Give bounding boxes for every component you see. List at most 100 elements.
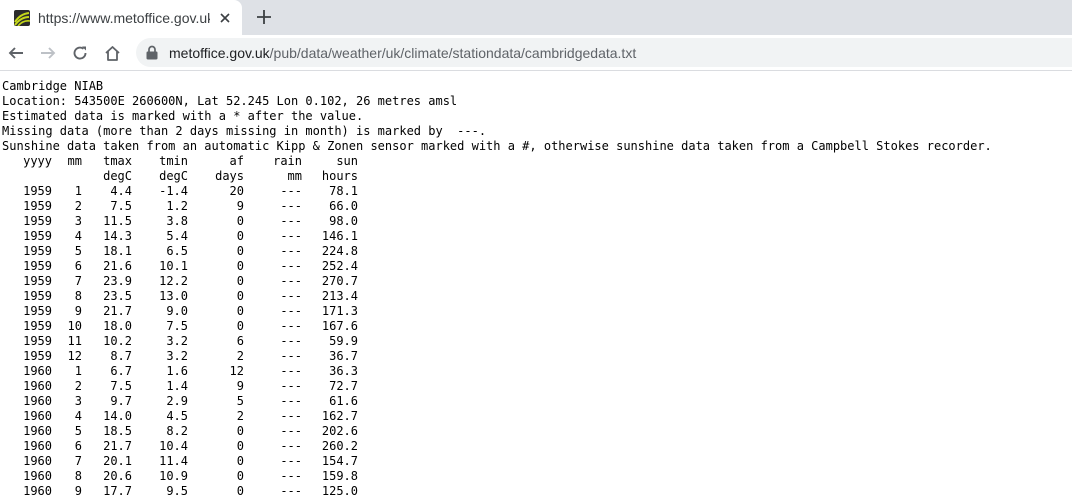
reload-icon[interactable] [68,41,92,65]
cell-month: 10 [67,319,82,333]
cell-af: 2 [236,349,244,363]
cell-sun: 162.7 [321,409,358,423]
cell-year: 1960 [23,454,52,468]
cell-month: 2 [74,199,82,213]
cell-year: 1960 [23,409,52,423]
column-header: yyyy mm tmax tmin af rain sun [2,154,358,169]
cell-sun: 78.1 [329,184,358,198]
cell-sun: 202.6 [321,424,358,438]
cell-rain: --- [280,484,302,498]
arrow-left-icon[interactable] [4,41,28,65]
cell-tmax: 9.7 [110,394,132,408]
table-row: 1959 5 18.1 6.5 0 --- 224.8 [2,244,358,259]
cell-month: 9 [74,304,82,318]
cell-af: 0 [236,424,244,438]
cell-rain: --- [280,304,302,318]
cell-tmin: 13.0 [159,289,188,303]
cell-rain: --- [280,229,302,243]
plus-icon[interactable] [254,7,274,27]
unit-header-af: days [215,169,244,183]
cell-af: 0 [236,484,244,498]
table-row: 1960 3 9.7 2.9 5 --- 61.6 [2,394,358,409]
cell-sun: 154.7 [321,454,358,468]
cell-year: 1960 [23,439,52,453]
cell-rain: --- [280,289,302,303]
home-icon[interactable] [100,41,124,65]
cell-year: 1960 [23,424,52,438]
missing-note: Missing data (more than 2 days missing i… [2,124,487,138]
station-location: Location: 543500E 260600N, Lat 52.245 Lo… [2,94,458,108]
cell-af: 0 [236,439,244,453]
table-row: 1960 9 17.7 9.5 0 --- 125.0 [2,484,358,499]
cell-tmax: 10.2 [103,334,132,348]
tab-active[interactable]: https://www.metoffice.gov.uk/pub/data/we… [0,0,242,35]
column-header-tmax: tmax [103,154,132,168]
cell-tmin: 5.4 [166,229,188,243]
unit-header-tmax: degC [103,169,132,183]
cell-tmax: 17.7 [103,484,132,498]
cell-af: 5 [236,394,244,408]
close-icon[interactable] [216,9,234,27]
cell-tmax: 21.7 [103,304,132,318]
cell-tmin: 10.1 [159,259,188,273]
cell-tmax: 18.0 [103,319,132,333]
unit-header-sun: hours [321,169,358,183]
cell-tmax: 6.7 [110,364,132,378]
url-host: metoffice.gov.uk [169,45,270,61]
cell-rain: --- [280,394,302,408]
url-path: /pub/data/weather/uk/climate/stationdata… [269,45,637,61]
cell-sun: 125.0 [321,484,358,498]
address-bar[interactable]: metoffice.gov.uk/pub/data/weather/uk/cli… [136,38,1072,67]
cell-tmin: 10.9 [159,469,188,483]
cell-rain: --- [280,349,302,363]
table-row: 1960 4 14.0 4.5 2 --- 162.7 [2,409,358,424]
table-row: 1959 8 23.5 13.0 0 --- 213.4 [2,289,358,304]
cell-tmax: 21.6 [103,259,132,273]
cell-tmax: 20.1 [103,454,132,468]
cell-af: 0 [236,319,244,333]
cell-tmin: 8.2 [166,424,188,438]
cell-sun: 159.8 [321,469,358,483]
cell-tmax: 18.1 [103,244,132,258]
cell-rain: --- [280,469,302,483]
table-row: 1960 5 18.5 8.2 0 --- 202.6 [2,424,358,439]
cell-tmin: 2.9 [166,394,188,408]
cell-rain: --- [280,319,302,333]
cell-af: 0 [236,304,244,318]
unit-header-year [2,169,52,184]
cell-rain: --- [280,364,302,378]
arrow-right-icon[interactable] [36,41,60,65]
cell-sun: 252.4 [321,259,358,273]
table-row: 1959 3 11.5 3.8 0 --- 98.0 [2,214,358,229]
cell-year: 1959 [23,199,52,213]
table-row: 1960 8 20.6 10.9 0 --- 159.8 [2,469,358,484]
cell-month: 6 [74,259,82,273]
cell-tmax: 7.5 [110,379,132,393]
cell-month: 5 [74,244,82,258]
url-text[interactable]: metoffice.gov.uk/pub/data/weather/uk/cli… [169,43,636,63]
cell-tmax: 4.4 [110,184,132,198]
lock-icon[interactable] [146,45,160,60]
cell-tmax: 23.5 [103,289,132,303]
cell-tmin: 9.0 [166,304,188,318]
column-header-month: mm [67,154,82,168]
cell-af: 0 [236,229,244,243]
column-header-year: yyyy [23,154,52,168]
cell-rain: --- [280,454,302,468]
cell-sun: 61.6 [329,394,358,408]
cell-af: 0 [236,259,244,273]
cell-sun: 167.6 [321,319,358,333]
cell-sun: 98.0 [329,214,358,228]
cell-year: 1959 [23,214,52,228]
station-name: Cambridge NIAB [2,79,104,93]
cell-sun: 36.3 [329,364,358,378]
cell-year: 1959 [23,244,52,258]
cell-month: 1 [74,184,82,198]
cell-rain: --- [280,334,302,348]
cell-tmin: 3.2 [166,349,188,363]
cell-month: 4 [74,409,82,423]
cell-year: 1959 [23,334,52,348]
cell-tmin: 1.4 [166,379,188,393]
table-row: 1959 7 23.9 12.2 0 --- 270.7 [2,274,358,289]
cell-tmin: 9.5 [166,484,188,498]
